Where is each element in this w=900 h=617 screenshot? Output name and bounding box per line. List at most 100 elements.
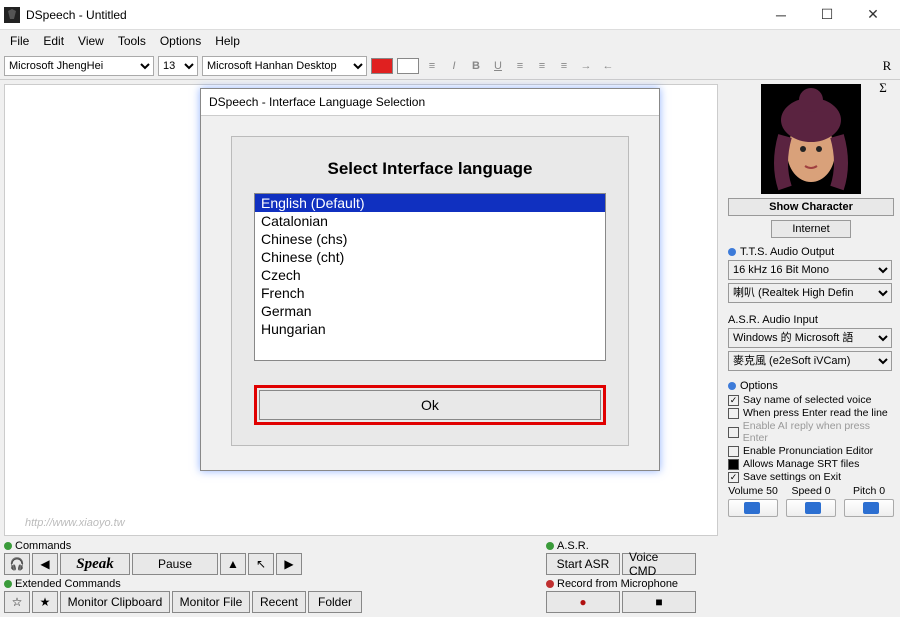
bottom-panel: Commands 🎧 ◀ Speak Pause ▲ ↖ ▶ Extended … xyxy=(0,540,900,617)
up-button[interactable]: ▲ xyxy=(220,553,246,575)
menu-tools[interactable]: Tools xyxy=(112,32,152,50)
asr-engine-select[interactable]: Windows 的 Microsoft 語 xyxy=(728,328,892,348)
slider-thumb[interactable] xyxy=(805,502,821,514)
menu-help[interactable]: Help xyxy=(209,32,246,50)
cursor-button[interactable]: ↖ xyxy=(248,553,274,575)
record-button[interactable]: ● xyxy=(546,591,620,613)
asr-input-label: A.S.R. Audio Input xyxy=(728,314,894,326)
asr-dot-icon xyxy=(546,542,554,550)
slider-thumb[interactable] xyxy=(863,502,879,514)
menu-edit[interactable]: Edit xyxy=(37,32,70,50)
sliders-row: Volume 50Speed 0Pitch 0 xyxy=(728,485,894,517)
slider-2[interactable]: Pitch 0 xyxy=(844,485,894,517)
menu-bar: File Edit View Tools Options Help xyxy=(0,30,900,52)
ext-dot-icon xyxy=(4,580,12,588)
align-center-icon[interactable]: ≡ xyxy=(533,57,551,75)
tts-output-label: T.T.S. Audio Output xyxy=(728,246,894,258)
slider-0[interactable]: Volume 50 xyxy=(728,485,778,517)
language-item[interactable]: French xyxy=(255,284,605,302)
language-item[interactable]: Catalonian xyxy=(255,212,605,230)
language-item[interactable]: Chinese (chs) xyxy=(255,230,605,248)
slider-thumb[interactable] xyxy=(744,502,760,514)
slider-track[interactable] xyxy=(728,499,778,517)
menu-file[interactable]: File xyxy=(4,32,35,50)
slider-track[interactable] xyxy=(786,499,836,517)
prev-button[interactable]: ◀ xyxy=(32,553,58,575)
record-icon: ● xyxy=(579,595,586,609)
language-item[interactable]: Chinese (cht) xyxy=(255,248,605,266)
stop-button[interactable]: ■ xyxy=(622,591,696,613)
language-item[interactable]: English (Default) xyxy=(255,194,605,212)
next-icon: ▶ xyxy=(284,557,293,571)
cursor-icon: ↖ xyxy=(256,557,266,571)
italic-icon[interactable]: I xyxy=(445,57,463,75)
indent-icon[interactable]: → xyxy=(577,57,595,75)
ok-button[interactable]: Ok xyxy=(259,390,601,420)
font-size-select[interactable]: 13 xyxy=(158,56,198,76)
menu-options[interactable]: Options xyxy=(154,32,207,50)
option-row-4[interactable]: Allows Manage SRT files xyxy=(728,458,894,470)
toolbar-r-mark[interactable]: R xyxy=(878,58,896,74)
pause-button[interactable]: Pause xyxy=(132,553,218,575)
option-row-5[interactable]: ✓Save settings on Exit xyxy=(728,471,894,483)
bold-icon[interactable]: B xyxy=(467,57,485,75)
underline-icon[interactable]: U xyxy=(489,57,507,75)
option-checkbox[interactable] xyxy=(728,408,739,419)
voice-select[interactable]: Microsoft Hanhan Desktop xyxy=(202,56,367,76)
font-select[interactable]: Microsoft JhengHei xyxy=(4,56,154,76)
option-checkbox[interactable] xyxy=(728,459,739,470)
tts-device-select[interactable]: 喇叭 (Realtek High Defin xyxy=(728,283,892,303)
character-avatar xyxy=(761,84,861,194)
language-item[interactable]: Hungarian xyxy=(255,320,605,338)
align-right-icon[interactable]: ≡ xyxy=(555,57,573,75)
monitor-clipboard-button[interactable]: Monitor Clipboard xyxy=(60,591,170,613)
tts-dot-icon xyxy=(728,248,736,256)
internet-button[interactable]: Internet xyxy=(771,220,851,238)
show-character-button[interactable]: Show Character xyxy=(728,198,894,216)
star-outline-button[interactable]: ☆ xyxy=(4,591,30,613)
slider-1[interactable]: Speed 0 xyxy=(786,485,836,517)
window-titlebar: DSpeech - Untitled ─ ☐ ✕ xyxy=(0,0,900,30)
option-row-3[interactable]: Enable Pronunciation Editor xyxy=(728,445,894,457)
language-item[interactable]: Czech xyxy=(255,266,605,284)
align-left-icon[interactable]: ≡ xyxy=(511,57,529,75)
options-label: Options xyxy=(728,380,894,392)
option-label: Enable AI reply when press Enter xyxy=(743,420,894,444)
monitor-file-button[interactable]: Monitor File xyxy=(172,591,250,613)
option-label: Allows Manage SRT files xyxy=(743,458,859,470)
window-title: DSpeech - Untitled xyxy=(26,8,758,22)
close-button[interactable]: ✕ xyxy=(850,0,896,30)
menu-view[interactable]: View xyxy=(72,32,110,50)
up-icon: ▲ xyxy=(227,557,239,571)
option-checkbox[interactable]: ✓ xyxy=(728,472,739,483)
dialog-heading: Select Interface language xyxy=(254,159,606,179)
option-row-0[interactable]: ✓ Say name of selected voice xyxy=(728,394,894,406)
minimize-button[interactable]: ─ xyxy=(758,0,804,30)
star-fill-button[interactable]: ★ xyxy=(32,591,58,613)
asr-device-select[interactable]: 麥克風 (e2eSoft iVCam) xyxy=(728,351,892,371)
color-swatch-white[interactable] xyxy=(397,58,419,74)
option-row-2[interactable]: Enable AI reply when press Enter xyxy=(728,420,894,444)
recent-button[interactable]: Recent xyxy=(252,591,306,613)
slider-track[interactable] xyxy=(844,499,894,517)
option-label: Enable Pronunciation Editor xyxy=(743,445,873,457)
maximize-button[interactable]: ☐ xyxy=(804,0,850,30)
option-checkbox[interactable]: ✓ xyxy=(728,395,739,406)
color-swatch-red[interactable] xyxy=(371,58,393,74)
voice-cmd-button[interactable]: Voice CMD xyxy=(622,553,696,575)
folder-button[interactable]: Folder xyxy=(308,591,362,613)
option-row-1[interactable]: When press Enter read the line xyxy=(728,407,894,419)
start-asr-button[interactable]: Start ASR xyxy=(546,553,620,575)
option-checkbox[interactable] xyxy=(728,446,739,457)
next-button[interactable]: ▶ xyxy=(276,553,302,575)
outdent-icon[interactable]: ← xyxy=(599,57,617,75)
star-outline-icon: ☆ xyxy=(12,595,23,609)
bullet-list-icon[interactable]: ≡ xyxy=(423,57,441,75)
option-checkbox[interactable] xyxy=(728,427,739,438)
language-item[interactable]: German xyxy=(255,302,605,320)
option-label: Say name of selected voice xyxy=(743,394,871,406)
language-list[interactable]: English (Default)CatalonianChinese (chs)… xyxy=(254,193,606,361)
headphones-button[interactable]: 🎧 xyxy=(4,553,30,575)
speak-button[interactable]: Speak xyxy=(60,553,130,575)
tts-format-select[interactable]: 16 kHz 16 Bit Mono xyxy=(728,260,892,280)
